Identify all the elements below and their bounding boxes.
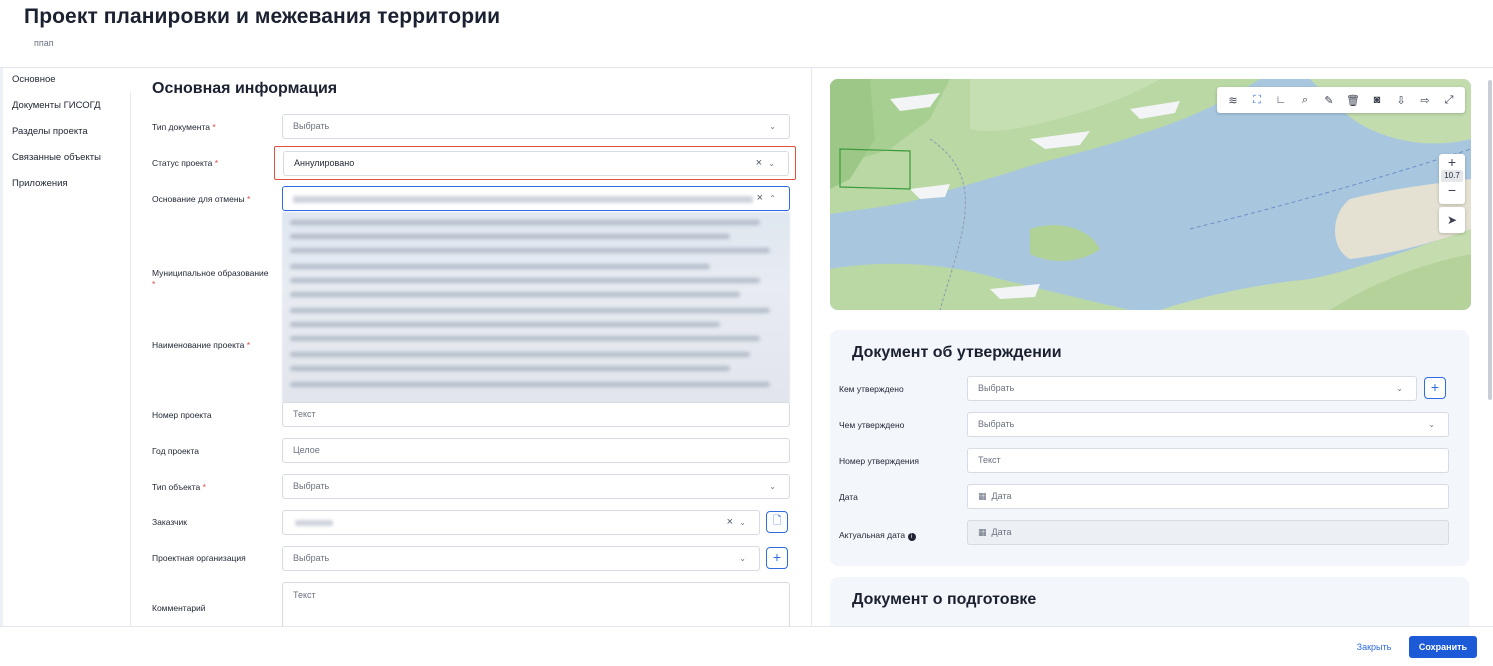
footer-bar: Закрыть Сохранить bbox=[0, 626, 1493, 666]
chevron-down-icon: ⌄ bbox=[769, 482, 776, 491]
export-icon[interactable]: ⇨ bbox=[1413, 94, 1437, 107]
cancel-basis-dropdown-list[interactable] bbox=[282, 212, 790, 403]
map-zoom-control: + 10.7 − bbox=[1439, 154, 1465, 204]
chevron-down-icon: ⌄ bbox=[739, 554, 746, 563]
layers-icon[interactable]: ≋ bbox=[1221, 94, 1245, 107]
ruler-icon[interactable]: ∟ bbox=[1269, 94, 1293, 106]
project-year-input[interactable]: Целое bbox=[282, 438, 790, 463]
sidebar-item-main[interactable]: Основное bbox=[3, 68, 131, 92]
close-button[interactable]: Закрыть bbox=[1346, 636, 1402, 658]
cancel-basis-label: Основание для отмены * bbox=[152, 194, 251, 204]
sidebar: Основное Документы ГИСОГД Разделы проект… bbox=[3, 68, 131, 626]
map-toolbar: ≋ ⛶ ∟ ⌕ ✎ 🗑 ◙ ⇩ ⇨ ⤢ bbox=[1217, 87, 1465, 113]
doc-type-select[interactable]: Выбрать ⌄ bbox=[282, 114, 790, 139]
main-form: Основная информация Тип документа * Выбр… bbox=[132, 68, 812, 626]
search-icon[interactable]: ⌕ bbox=[1293, 94, 1317, 107]
fullscreen-icon[interactable]: ⤢ bbox=[1437, 94, 1461, 107]
comment-label: Комментарий bbox=[152, 603, 206, 613]
chevron-down-icon: ⌄ bbox=[768, 159, 775, 168]
preparation-card: Документ о подготовке bbox=[830, 577, 1469, 626]
plus-icon: + bbox=[772, 549, 782, 565]
pencil-icon[interactable]: ✎ bbox=[1317, 94, 1341, 107]
info-icon: i bbox=[907, 533, 916, 541]
select-area-icon[interactable]: ⛶ bbox=[1245, 94, 1269, 107]
approval-number-label: Номер утверждения bbox=[839, 456, 919, 466]
add-design-org-button[interactable]: + bbox=[766, 547, 788, 569]
add-approved-by-button[interactable]: + bbox=[1424, 377, 1446, 399]
blurred-value bbox=[295, 520, 333, 526]
approved-by-label: Кем утверждено bbox=[839, 384, 904, 394]
chevron-up-icon: ⌃ bbox=[769, 194, 776, 203]
section-title-approval: Документ об утверждении bbox=[852, 344, 1062, 361]
status-select[interactable]: Аннулировано × ⌄ bbox=[283, 151, 789, 176]
design-org-label: Проектная организация bbox=[152, 553, 246, 563]
section-title-preparation: Документ о подготовке bbox=[852, 591, 1037, 608]
date-input[interactable]: ▦ Дата bbox=[967, 484, 1449, 509]
design-org-select[interactable]: Выбрать ⌄ bbox=[282, 546, 760, 571]
comment-textarea[interactable]: Текст bbox=[282, 582, 790, 626]
approved-with-label: Чем утверждено bbox=[839, 420, 905, 430]
camera-icon[interactable]: ◙ bbox=[1365, 94, 1389, 106]
project-name-label: Наименование проекта * bbox=[152, 340, 251, 350]
save-button[interactable]: Сохранить bbox=[1409, 636, 1477, 658]
chevron-down-icon: ⌄ bbox=[1428, 420, 1435, 429]
zoom-level-readout: 10.7 bbox=[1441, 170, 1463, 182]
page-title: Проект планировки и межевания территории bbox=[24, 5, 501, 28]
trash-icon[interactable]: 🗑 bbox=[1341, 94, 1365, 107]
status-label: Статус проекта * bbox=[152, 158, 219, 168]
cancel-basis-select[interactable]: × ⌃ bbox=[282, 186, 790, 211]
navigation-arrow-icon: ➤ bbox=[1446, 213, 1458, 227]
page-scrollbar[interactable] bbox=[1488, 80, 1492, 400]
import-icon[interactable]: ⇩ bbox=[1389, 94, 1413, 107]
locate-button[interactable]: ➤ bbox=[1439, 207, 1465, 233]
chevron-down-icon: ⌄ bbox=[739, 518, 746, 527]
sidebar-item-gisogd-docs[interactable]: Документы ГИСОГД bbox=[3, 94, 131, 118]
zoom-out-button[interactable]: − bbox=[1439, 182, 1465, 198]
approval-number-input[interactable]: Текст bbox=[967, 448, 1449, 473]
sidebar-item-attachments[interactable]: Приложения bbox=[3, 172, 131, 196]
blurred-value bbox=[293, 196, 753, 203]
map-view[interactable]: ≋ ⛶ ∟ ⌕ ✎ 🗑 ◙ ⇩ ⇨ ⤢ + 10.7 − ➤ bbox=[830, 79, 1471, 310]
clear-icon[interactable]: × bbox=[756, 152, 762, 175]
actual-date-label: Актуальная дата i bbox=[839, 530, 916, 541]
municipality-label: Муниципальное образование * bbox=[152, 268, 269, 289]
chevron-down-icon: ⌄ bbox=[769, 122, 776, 131]
object-type-select[interactable]: Выбрать ⌄ bbox=[282, 474, 790, 499]
clear-icon[interactable]: × bbox=[757, 187, 763, 210]
approved-with-select[interactable]: Выбрать ⌄ bbox=[967, 412, 1449, 437]
approved-by-select[interactable]: Выбрать ⌄ bbox=[967, 376, 1417, 401]
date-label: Дата bbox=[839, 492, 858, 502]
project-number-label: Номер проекта bbox=[152, 410, 212, 420]
project-number-input[interactable]: Текст bbox=[282, 402, 790, 427]
calendar-icon: ▦ bbox=[978, 491, 987, 501]
customer-select[interactable]: × ⌄ bbox=[282, 510, 760, 535]
approval-card: Документ об утверждении Кем утверждено В… bbox=[830, 330, 1469, 566]
zoom-in-button[interactable]: + bbox=[1439, 154, 1465, 170]
sidebar-item-related-objects[interactable]: Связанные объекты bbox=[3, 146, 131, 170]
customer-document-button[interactable]: 🗋 bbox=[766, 511, 788, 533]
actual-date-input: ▦ Дата bbox=[967, 520, 1449, 545]
plus-icon: + bbox=[1430, 379, 1440, 395]
page-subtitle: ппап bbox=[34, 38, 54, 48]
page-header: Проект планировки и межевания территории… bbox=[0, 0, 1493, 68]
object-type-label: Тип объекта * bbox=[152, 482, 206, 492]
doc-type-label: Тип документа * bbox=[152, 122, 216, 132]
sidebar-item-project-sections[interactable]: Разделы проекта bbox=[3, 120, 131, 144]
section-title-main-info: Основная информация bbox=[152, 80, 338, 97]
clear-icon[interactable]: × bbox=[727, 511, 733, 534]
customer-label: Заказчик bbox=[152, 517, 187, 527]
project-year-label: Год проекта bbox=[152, 446, 200, 456]
chevron-down-icon: ⌄ bbox=[1396, 384, 1403, 393]
document-icon: 🗋 bbox=[772, 515, 782, 527]
calendar-icon: ▦ bbox=[978, 527, 987, 537]
map-canvas bbox=[830, 79, 1471, 310]
